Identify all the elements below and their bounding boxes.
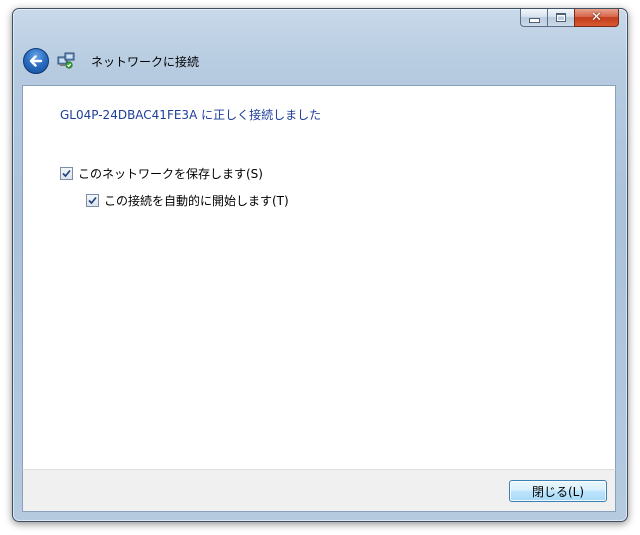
network-connection-icon [57, 52, 75, 69]
dialog-title: ネットワークに接続 [91, 55, 200, 69]
maximize-icon [556, 13, 566, 22]
auto-connect-option[interactable]: この接続を自動的に開始します(T) [86, 192, 289, 209]
checkmark-icon [62, 169, 71, 178]
save-network-option[interactable]: このネットワークを保存します(S) [60, 165, 263, 182]
auto-connect-checkbox[interactable] [86, 194, 99, 207]
close-button[interactable]: 閉じる(L) [509, 480, 607, 502]
close-icon: ✕ [591, 10, 602, 25]
content-panel: GL04P-24DBAC41FE3A に正しく接続しました このネットワークを保… [22, 85, 616, 469]
dialog-header: ネットワークに接続 [13, 43, 627, 83]
back-arrow-icon [29, 55, 43, 67]
back-button[interactable] [23, 48, 49, 74]
save-network-checkbox[interactable] [60, 167, 73, 180]
dialog-window: ✕ ネットワークに接続 GL04P-24DBAC41FE3A に正しく接続しまし… [12, 8, 628, 522]
checkmark-icon [88, 196, 97, 205]
save-network-label: このネットワークを保存します(S) [78, 167, 263, 181]
connection-success-message: GL04P-24DBAC41FE3A に正しく接続しました [60, 108, 322, 122]
window-close-button[interactable]: ✕ [574, 9, 619, 27]
auto-connect-label: この接続を自動的に開始します(T) [104, 194, 289, 208]
window-controls: ✕ [520, 9, 619, 28]
minimize-button[interactable] [520, 9, 547, 27]
dialog-footer: 閉じる(L) [22, 469, 616, 512]
minimize-icon [528, 18, 540, 23]
maximize-button[interactable] [547, 9, 574, 27]
